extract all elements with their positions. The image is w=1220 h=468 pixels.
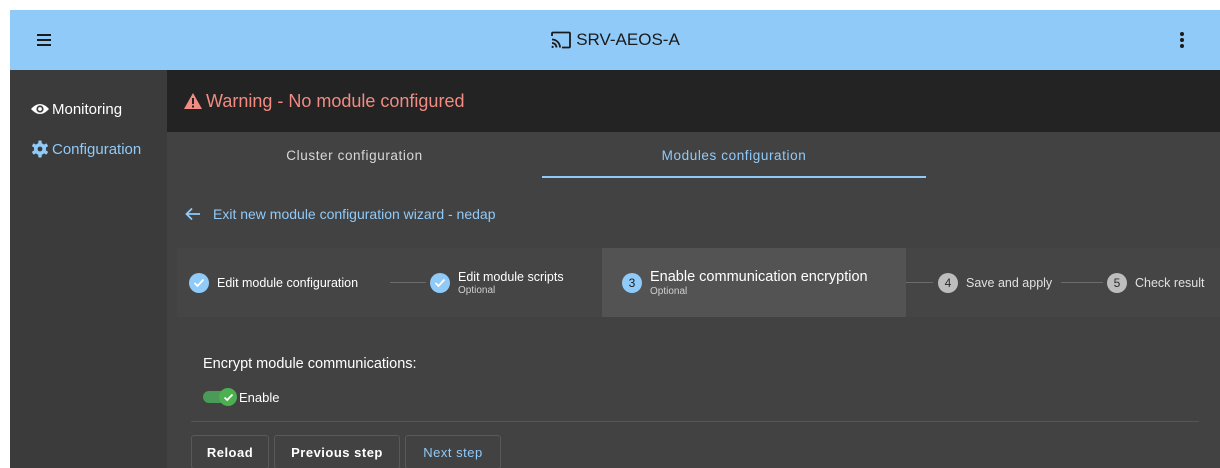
- encryption-toggle-label: Enable: [239, 390, 280, 405]
- previous-step-button[interactable]: Previous step: [274, 435, 400, 468]
- step-label: Edit module configuration: [217, 275, 359, 290]
- step-edit-module-scripts[interactable]: Edit module scripts Optional: [430, 248, 564, 317]
- step-save-and-apply[interactable]: 4 Save and apply: [938, 248, 1052, 317]
- warning-banner: Warning - No module configured: [167, 70, 1220, 132]
- step-label: Enable communication encryption: [650, 268, 868, 285]
- arrow-left-icon: [185, 207, 200, 221]
- app-title: SRV-AEOS-A: [10, 28, 1220, 52]
- encrypt-communications-label: Encrypt module communications:: [203, 356, 417, 372]
- step-number-badge: 5: [1107, 272, 1127, 293]
- app-title-text: SRV-AEOS-A: [576, 30, 680, 49]
- step-number: 3: [628, 275, 636, 290]
- exit-wizard-label: Exit new module configuration wizard - n…: [213, 206, 496, 222]
- main-content: Warning - No module configured Cluster c…: [167, 70, 1220, 468]
- warning-text: Warning - No module configured: [206, 90, 465, 111]
- tab-cluster-configuration[interactable]: Cluster configuration: [167, 132, 542, 178]
- step-number: 4: [944, 275, 952, 290]
- app-bar: SRV-AEOS-A: [10, 10, 1220, 70]
- step-label: Check result: [1135, 275, 1205, 290]
- step-optional-label: Optional: [650, 285, 688, 297]
- step-connector: [390, 282, 426, 283]
- step-optional-label: Optional: [458, 284, 496, 296]
- app-window: SRV-AEOS-A Monitoring Configuration Warn…: [10, 10, 1220, 468]
- check-icon: [189, 272, 209, 293]
- check-icon: [430, 272, 450, 293]
- sidebar: Monitoring Configuration: [10, 70, 167, 468]
- check-icon: [219, 388, 237, 406]
- warning-triangle-icon: [184, 93, 202, 109]
- step-check-result[interactable]: 5 Check result: [1107, 248, 1204, 317]
- exit-wizard-link[interactable]: Exit new module configuration wizard - n…: [185, 202, 496, 226]
- sidebar-item-configuration[interactable]: Configuration: [10, 132, 167, 166]
- sidebar-item-label: Monitoring: [52, 100, 123, 118]
- gear-icon: [32, 140, 48, 158]
- next-step-button[interactable]: Next step: [405, 435, 501, 468]
- step-label: Edit module scripts: [458, 269, 564, 284]
- step-number: 5: [1113, 275, 1121, 290]
- cast-icon: [551, 31, 572, 49]
- tab-bar: Cluster configuration Modules configurat…: [167, 132, 1220, 188]
- tab-modules-configuration[interactable]: Modules configuration: [542, 132, 926, 178]
- step-number-badge: 3: [622, 272, 642, 293]
- eye-icon: [31, 104, 49, 114]
- sidebar-item-label: Configuration: [52, 140, 142, 158]
- wizard-stepper: Edit module configuration Edit module sc…: [177, 248, 1220, 317]
- encryption-toggle[interactable]: [203, 388, 239, 406]
- sidebar-item-monitoring[interactable]: Monitoring: [10, 92, 167, 126]
- reload-button[interactable]: Reload: [191, 435, 269, 468]
- step-connector: [1061, 282, 1103, 283]
- step-label: Save and apply: [966, 275, 1053, 290]
- step-connector: [906, 282, 933, 283]
- more-vertical-icon[interactable]: [1170, 28, 1194, 52]
- step-edit-module-configuration[interactable]: Edit module configuration: [189, 248, 358, 317]
- active-tab-indicator: [542, 176, 926, 178]
- step-enable-communication-encryption[interactable]: 3 Enable communication encryption Option…: [602, 248, 906, 317]
- divider: [191, 421, 1199, 422]
- step-number-badge: 4: [938, 272, 958, 293]
